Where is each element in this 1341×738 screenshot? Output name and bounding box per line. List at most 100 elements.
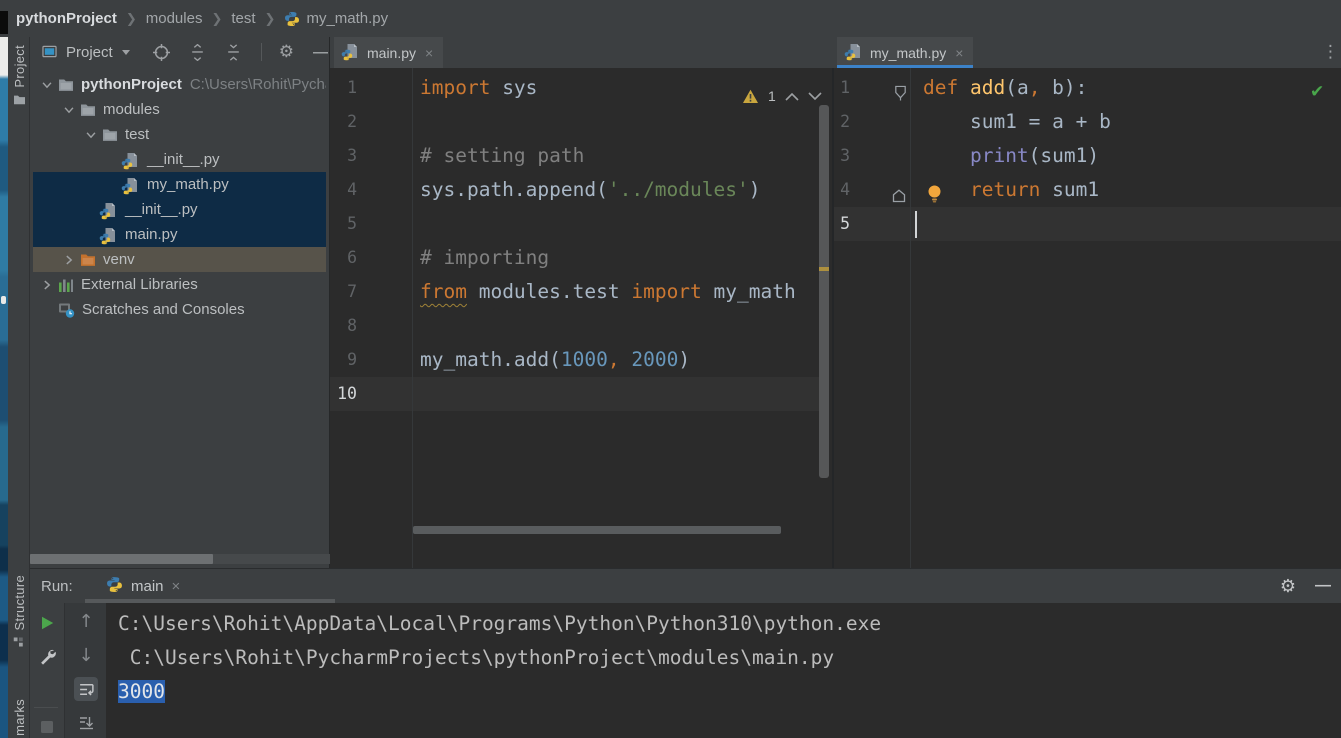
editor-tab-main-py[interactable]: main.py × bbox=[334, 37, 443, 68]
editor-tab-my-math-py[interactable]: my_math.py × bbox=[837, 37, 973, 68]
chevron-down-icon[interactable] bbox=[40, 78, 54, 92]
edge-dot bbox=[1, 296, 6, 304]
tree-item--init-py[interactable]: __init__.py bbox=[33, 197, 326, 222]
tree-item-label: test bbox=[125, 126, 149, 143]
console-line-2[interactable]: C:\Users\Rohit\PycharmProjects\pythonPro… bbox=[118, 641, 834, 675]
code-line-6[interactable]: # importing bbox=[420, 241, 549, 275]
gear-icon[interactable]: ⚙ bbox=[279, 42, 294, 62]
editor-vertical-scrollbar[interactable] bbox=[819, 105, 829, 478]
run-settings-button[interactable]: ⚙ bbox=[1273, 571, 1303, 601]
down-arrow-icon: ↓ bbox=[78, 645, 93, 666]
expand-all-icon[interactable] bbox=[189, 44, 206, 61]
line-number[interactable]: 6 bbox=[330, 241, 357, 275]
run-tab-main[interactable]: main × bbox=[106, 573, 180, 599]
tree-item-pythonproject[interactable]: pythonProject C:\Users\Rohit\Pycha bbox=[33, 72, 326, 97]
breadcrumb: pythonProject❯modules❯test❯ my_math.py bbox=[16, 0, 388, 37]
line-number[interactable]: 5 bbox=[835, 207, 850, 241]
scroll-to-end-button[interactable] bbox=[74, 711, 98, 735]
tree-item-main-py[interactable]: main.py bbox=[33, 222, 326, 247]
code-line-7[interactable]: from modules.test import my_math bbox=[420, 275, 796, 309]
code-line-1[interactable]: def add(a, b): bbox=[923, 71, 1087, 105]
tree-item-my-math-py[interactable]: my_math.py bbox=[33, 172, 326, 197]
next-problem-icon[interactable] bbox=[808, 92, 822, 101]
prev-occurrence-button[interactable]: ↑ bbox=[74, 609, 98, 633]
code-line-2[interactable]: sum1 = a + b bbox=[923, 105, 1111, 139]
line-number[interactable]: 2 bbox=[330, 105, 357, 139]
tree-item-external-libraries[interactable]: External Libraries bbox=[33, 272, 326, 297]
prev-problem-icon[interactable] bbox=[785, 92, 799, 101]
edit-configuration-button[interactable] bbox=[35, 644, 59, 668]
tool-window-button-bookmarks[interactable]: marks bbox=[8, 699, 30, 738]
inspection-widget[interactable]: 1 bbox=[742, 79, 822, 113]
line-number[interactable]: 4 bbox=[330, 173, 357, 207]
chevron-right-icon[interactable] bbox=[62, 253, 76, 267]
tab-options-menu[interactable]: ⋮ bbox=[1322, 42, 1339, 62]
line-number[interactable]: 4 bbox=[835, 173, 850, 207]
collapse-all-icon[interactable] bbox=[225, 44, 242, 61]
python-file-icon bbox=[344, 43, 360, 62]
code-line-9[interactable]: my_math.add(1000, 2000) bbox=[420, 343, 690, 377]
select-opened-file-icon[interactable] bbox=[153, 44, 170, 61]
breadcrumb-item[interactable]: test bbox=[231, 10, 255, 27]
editor-my-math-py[interactable]: 1 def add(a, b): 2 sum1 = a + b 3 print(su… bbox=[832, 68, 1341, 568]
project-scrollbar-track[interactable] bbox=[30, 554, 330, 564]
close-icon[interactable]: × bbox=[425, 45, 433, 61]
hide-run-panel-button[interactable]: — bbox=[1308, 571, 1338, 601]
next-occurrence-button[interactable]: ↓ bbox=[74, 643, 98, 667]
fold-region-icon[interactable] bbox=[893, 85, 908, 101]
chevron-right-icon[interactable] bbox=[40, 278, 54, 292]
console-line-3[interactable]: 3000 bbox=[118, 675, 165, 709]
no-problems-check-icon[interactable]: ✔ bbox=[1310, 75, 1324, 109]
breadcrumb-item[interactable]: my_math.py bbox=[284, 10, 388, 27]
warning-icon bbox=[742, 89, 759, 104]
line-number[interactable]: 3 bbox=[835, 139, 850, 173]
tree-item--init-py[interactable]: __init__.py bbox=[33, 147, 326, 172]
line-number[interactable]: 1 bbox=[330, 71, 357, 105]
code-line-3[interactable]: # setting path bbox=[420, 139, 584, 173]
code-line-1[interactable]: import sys bbox=[420, 71, 537, 105]
line-number[interactable]: 7 bbox=[330, 275, 357, 309]
line-number[interactable]: 1 bbox=[835, 71, 850, 105]
tree-item-label: __init__.py bbox=[125, 201, 198, 218]
chevron-down-icon[interactable] bbox=[122, 50, 130, 55]
bookmark-home-icon[interactable] bbox=[891, 188, 907, 204]
run-toolbar bbox=[30, 603, 64, 738]
stop-process-button[interactable] bbox=[35, 715, 59, 738]
editor-main-py[interactable]: 1 import sys 23 # setting path 4 sys.path.app… bbox=[330, 68, 832, 568]
project-panel-title[interactable]: Project bbox=[66, 44, 113, 61]
tree-item-label: modules bbox=[103, 101, 160, 118]
breadcrumb-item[interactable]: modules bbox=[146, 10, 203, 27]
line-number[interactable]: 8 bbox=[330, 309, 357, 343]
code-line-4[interactable]: sys.path.append('../modules') bbox=[420, 173, 760, 207]
project-scrollbar-thumb[interactable] bbox=[30, 554, 213, 564]
line-number[interactable]: 2 bbox=[835, 105, 850, 139]
editor-horizontal-scrollbar[interactable] bbox=[413, 526, 781, 534]
tree-item-modules[interactable]: modules bbox=[33, 97, 326, 122]
line-number[interactable]: 5 bbox=[330, 207, 357, 241]
close-icon[interactable]: × bbox=[172, 578, 181, 595]
chevron-down-icon[interactable] bbox=[62, 103, 76, 117]
warning-stripe-mark[interactable] bbox=[819, 267, 829, 271]
code-line-4[interactable]: return sum1 bbox=[923, 173, 1099, 207]
tool-window-button-structure[interactable]: Structure bbox=[8, 575, 30, 648]
tree-item-venv[interactable]: venv bbox=[33, 247, 326, 272]
tree-item-label: __init__.py bbox=[147, 151, 220, 168]
soft-wrap-toggle[interactable] bbox=[74, 677, 98, 701]
python-file-icon bbox=[102, 202, 118, 218]
project-view-icon bbox=[42, 45, 57, 59]
rerun-button[interactable] bbox=[35, 611, 59, 635]
tool-window-button-project[interactable]: Project bbox=[8, 45, 30, 105]
line-number[interactable]: 10 bbox=[330, 377, 357, 411]
code-line-3[interactable]: print(sum1) bbox=[923, 139, 1099, 173]
breadcrumb-item[interactable]: pythonProject bbox=[16, 10, 117, 27]
close-icon[interactable]: × bbox=[955, 45, 963, 61]
tree-item-scratches-and-consoles[interactable]: Scratches and Consoles bbox=[33, 297, 326, 322]
line-number[interactable]: 9 bbox=[330, 343, 357, 377]
hide-panel-button[interactable]: — bbox=[313, 44, 328, 61]
console-line-1[interactable]: C:\Users\Rohit\AppData\Local\Programs\Py… bbox=[118, 607, 881, 641]
chevron-down-icon[interactable] bbox=[84, 128, 98, 142]
desktop-edge-strip bbox=[0, 37, 8, 738]
tree-item-test[interactable]: test bbox=[33, 122, 326, 147]
run-console[interactable]: C:\Users\Rohit\AppData\Local\Programs\Py… bbox=[106, 603, 1341, 738]
line-number[interactable]: 3 bbox=[330, 139, 357, 173]
